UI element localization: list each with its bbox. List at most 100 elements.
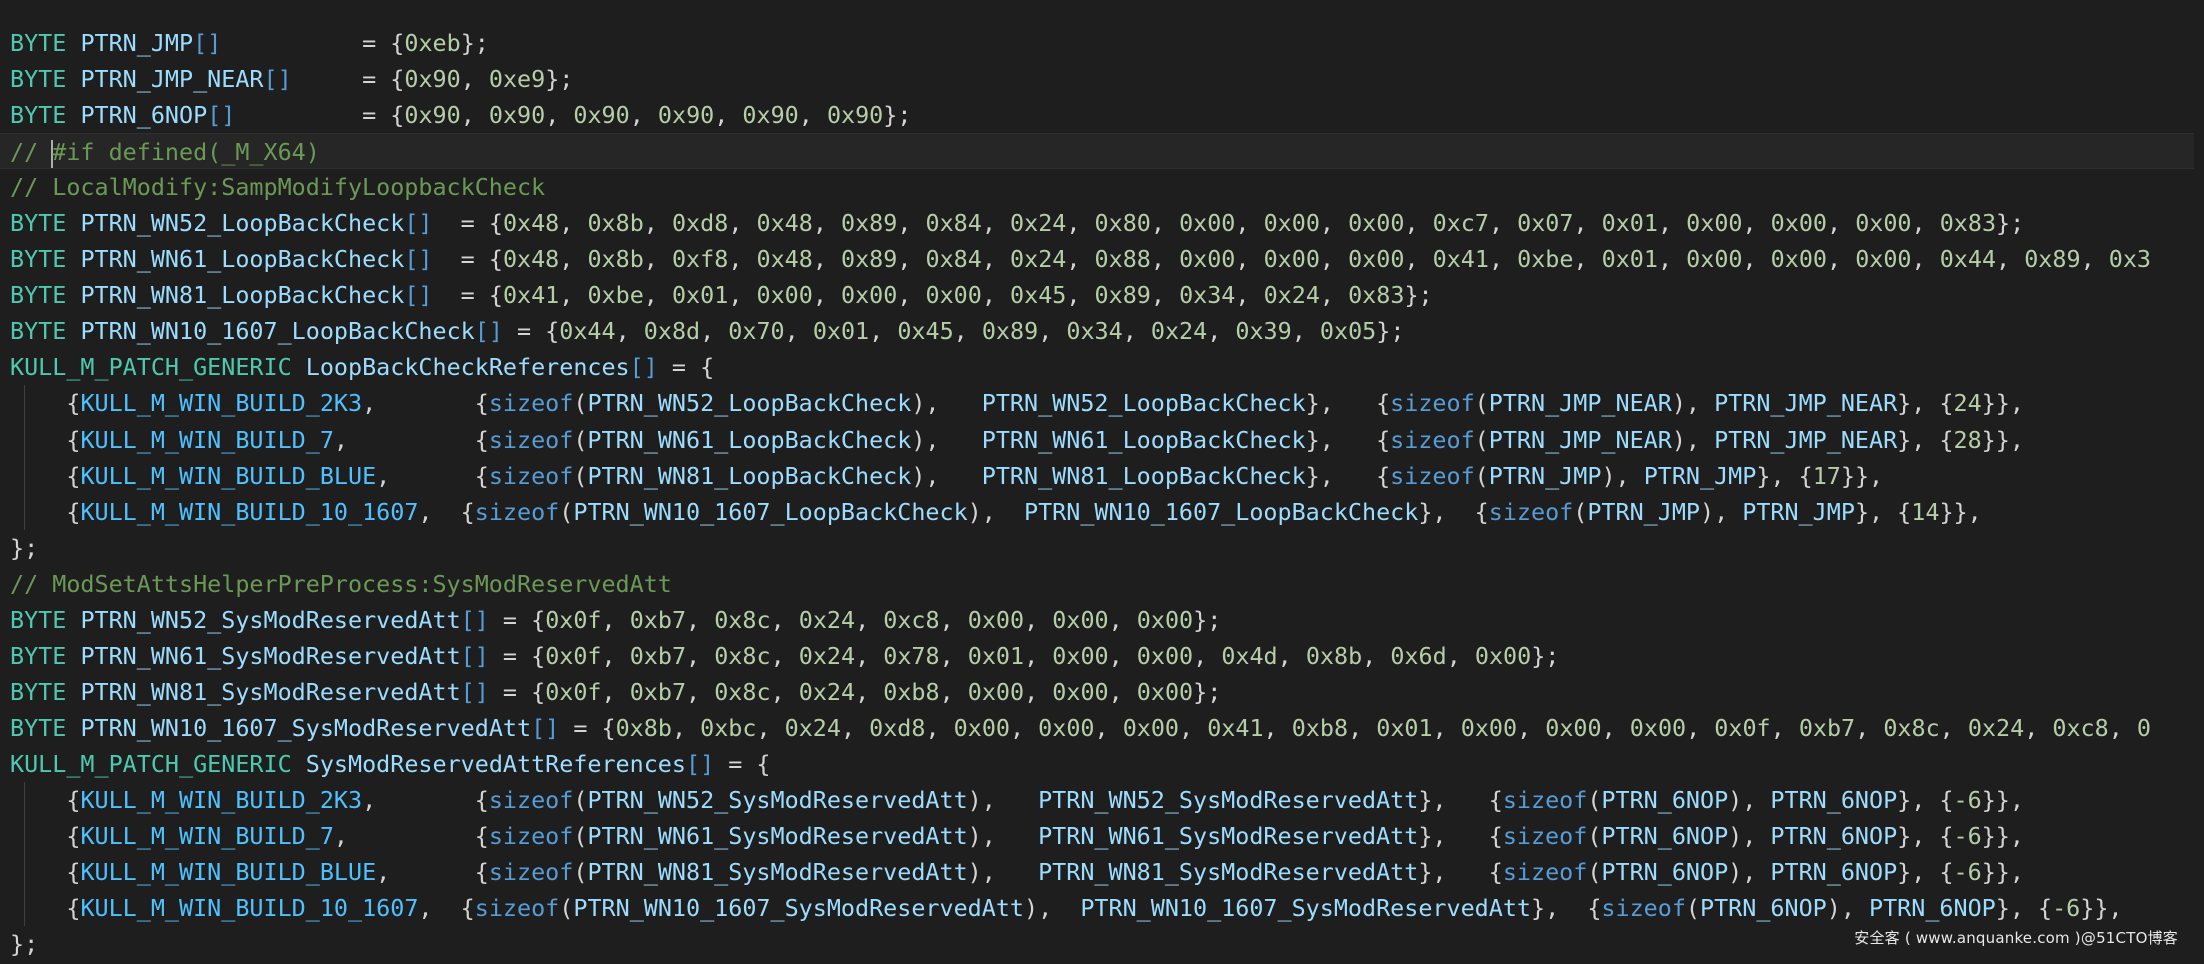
code-token: -6 (2052, 894, 2081, 923)
code-token: , (925, 713, 954, 742)
code-token: , (1686, 713, 1715, 742)
code-token: PTRN_6NOP (80, 101, 208, 130)
code-token: , (1488, 245, 1518, 274)
code-token: 0xc8 (883, 605, 940, 634)
code-token: , (460, 65, 489, 94)
code-line[interactable]: // ModSetAttsHelperPreProcess:SysModRese… (10, 566, 2194, 602)
code-token: , (643, 209, 672, 238)
code-token: 0x24 (798, 605, 856, 634)
code-token: , (855, 677, 884, 706)
code-line[interactable]: BYTE PTRN_JMP_NEAR[] = {0x90, 0xe9}; (10, 61, 2194, 97)
code-line[interactable]: {KULL_M_WIN_BUILD_7, {sizeof(PTRN_WN61_S… (10, 818, 2194, 855)
code-token: , (1319, 245, 1349, 274)
code-token: , (1235, 245, 1264, 274)
code-token: 0x44 (1939, 245, 1997, 274)
code-line[interactable]: }; (10, 530, 2194, 566)
code-token: 0xb7 (629, 677, 687, 706)
code-line[interactable]: {KULL_M_WIN_BUILD_10_1607, {sizeof(PTRN_… (10, 890, 2194, 927)
code-token: ), (1024, 894, 1081, 923)
code-token: 0xbe (587, 281, 644, 310)
code-token: }; (883, 101, 912, 130)
code-token: 0x89 (981, 317, 1039, 346)
code-token: }, { (1418, 858, 1503, 887)
code-token: 0xc8 (2052, 713, 2109, 742)
code-token: , (897, 281, 926, 310)
code-token: KULL_M_WIN_BUILD_7 (80, 425, 334, 454)
code-token: PTRN_WN81_LoopBackCheck (587, 461, 912, 490)
code-line[interactable]: BYTE PTRN_WN61_LoopBackCheck[] = {0x48, … (10, 241, 2194, 277)
code-token: , (812, 245, 841, 274)
code-token: , (770, 641, 799, 670)
code-token: LoopBackCheckReferences (305, 353, 630, 382)
code-line[interactable]: KULL_M_PATCH_GENERIC SysModReservedAttRe… (10, 746, 2194, 782)
code-token: }; (1193, 605, 1222, 634)
code-token: 0x01 (1601, 245, 1658, 274)
code-line[interactable]: {KULL_M_WIN_BUILD_10_1607, {sizeof(PTRN_… (10, 493, 2194, 530)
code-token: 0x4d (1221, 641, 1278, 670)
code-token: }; (1996, 209, 2025, 238)
code-line[interactable]: BYTE PTRN_WN52_SysModReservedAtt[] = {0x… (10, 602, 2194, 638)
code-token: , (2080, 245, 2109, 274)
code-token: 0x00 (1263, 245, 1320, 274)
code-token: , (981, 245, 1011, 274)
code-line[interactable]: // LocalModify:SampModifyLoopbackCheck (10, 169, 2194, 205)
code-line[interactable]: BYTE PTRN_WN81_SysModReservedAtt[] = {0x… (10, 674, 2194, 710)
code-token: , (559, 245, 588, 274)
code-line[interactable]: {KULL_M_WIN_BUILD_BLUE, {sizeof(PTRN_WN8… (10, 854, 2194, 891)
code-token: , (1291, 317, 1320, 346)
code-line[interactable]: BYTE PTRN_WN10_1607_LoopBackCheck[] = {0… (10, 313, 2194, 349)
code-editor[interactable]: BYTE PTRN_JMP[] = {0xeb}; BYTE PTRN_JMP_N… (0, 0, 2204, 964)
code-token: , (855, 605, 884, 634)
code-token: 0xbe (1517, 245, 1574, 274)
code-token: , (1150, 209, 1180, 238)
code-token: = { (432, 245, 503, 274)
code-token: PTRN_WN10_1607_SysModReservedAtt (573, 894, 1024, 923)
code-token: 0x00 (1474, 641, 1532, 670)
code-token: 0xbc (700, 713, 757, 742)
code-token: KULL_M_PATCH_GENERIC (10, 749, 292, 778)
code-token: 0x83 (1348, 281, 1405, 310)
code-line[interactable]: {KULL_M_WIN_BUILD_2K3, {sizeof(PTRN_WN52… (10, 781, 2194, 819)
code-line[interactable]: BYTE PTRN_WN81_LoopBackCheck[] = {0x41, … (10, 277, 2194, 313)
code-line[interactable]: BYTE PTRN_WN61_SysModReservedAtt[] = {0x… (10, 638, 2194, 674)
code-token: , (545, 101, 574, 130)
code-token: ( (573, 425, 588, 454)
code-token: 0x90 (826, 101, 884, 130)
code-token: 0x83 (1939, 209, 1997, 238)
code-token: }, { (1897, 785, 1954, 814)
code-line[interactable]: BYTE PTRN_6NOP[] = {0x90, 0x90, 0x90, 0x… (10, 97, 2194, 133)
code-lines[interactable]: BYTE PTRN_JMP[] = {0xeb}; BYTE PTRN_JMP_N… (0, 25, 2194, 962)
code-token: }; (1193, 677, 1222, 706)
code-token: , (812, 281, 841, 310)
code-token: , (643, 245, 672, 274)
code-token: , (840, 713, 870, 742)
code-token: 0x90 (573, 101, 630, 130)
code-line[interactable]: // #if defined(_M_X64) (0, 133, 2194, 170)
code-token: 0x88 (1094, 245, 1151, 274)
code-line[interactable]: {KULL_M_WIN_BUILD_2K3, {sizeof(PTRN_WN52… (10, 385, 2194, 422)
code-token: { (66, 785, 81, 814)
code-token: 0x00 (1686, 245, 1743, 274)
code-token: , { (333, 822, 489, 851)
code-token: }, { (1305, 461, 1391, 490)
code-line[interactable]: KULL_M_PATCH_GENERIC LoopBackCheckRefere… (10, 349, 2194, 385)
code-line[interactable]: BYTE PTRN_JMP[] = {0xeb}; (10, 25, 2194, 61)
code-token: 0xeb (404, 29, 461, 57)
code-token: }, { (1418, 497, 1489, 526)
code-token: ( (559, 894, 574, 923)
code-token: BYTE (10, 29, 67, 57)
code-line[interactable]: BYTE PTRN_WN10_1607_SysModReservedAtt[] … (10, 710, 2194, 746)
code-token: , (939, 641, 968, 670)
code-token: 0x00 (1136, 677, 1194, 706)
code-token: PTRN_WN52_SysModReservedAtt (80, 605, 461, 634)
indent-guide (10, 890, 66, 927)
code-line[interactable]: {KULL_M_WIN_BUILD_BLUE, {sizeof(PTRN_WN8… (10, 457, 2194, 494)
code-token: 0x00 (1348, 209, 1405, 238)
code-line[interactable]: BYTE PTRN_WN52_LoopBackCheck[] = {0x48, … (10, 205, 2194, 241)
indent-guide (10, 385, 66, 422)
code-token: PTRN_WN81_SysModReservedAtt (1038, 858, 1419, 887)
code-line[interactable]: {KULL_M_WIN_BUILD_7, {sizeof(PTRN_WN61_L… (10, 421, 2194, 458)
code-token: 0x89 (1094, 281, 1151, 310)
code-token: , (1488, 209, 1518, 238)
